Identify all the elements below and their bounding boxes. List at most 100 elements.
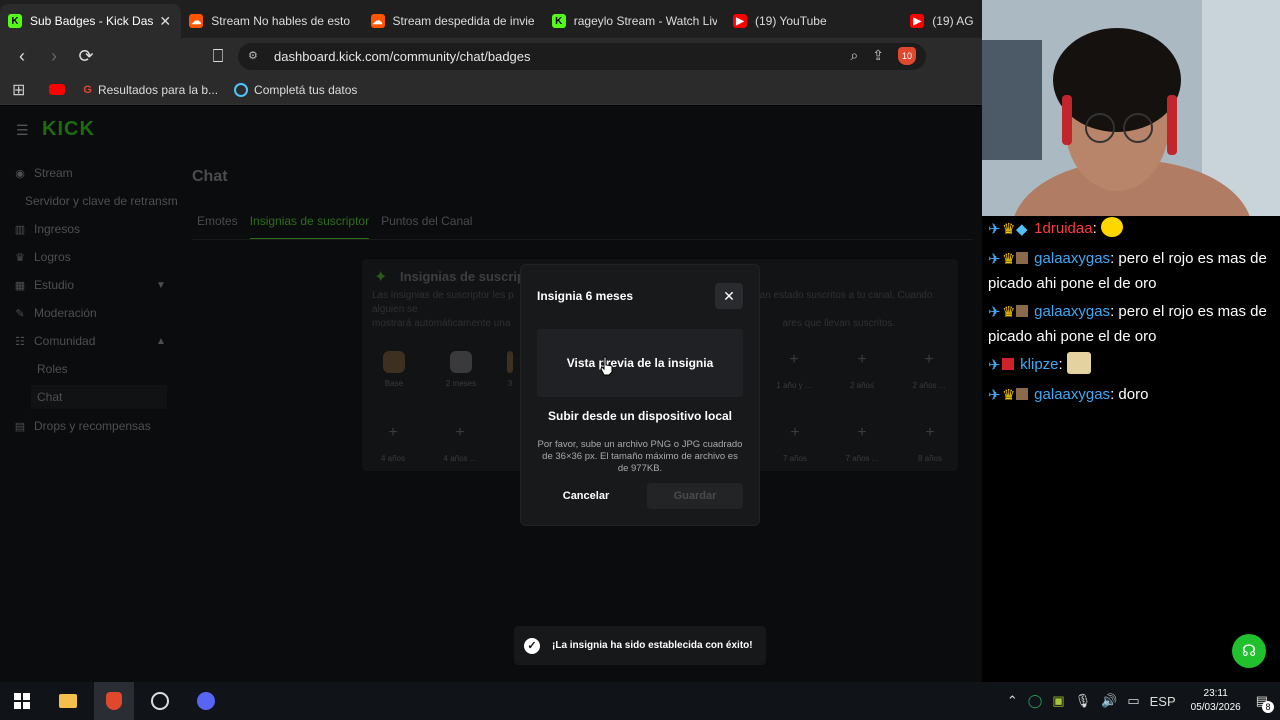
gem-icon: ◆ [1016, 221, 1028, 238]
volume-icon[interactable]: 🔊 [1101, 693, 1117, 709]
badge-image [450, 351, 472, 373]
plus-icon: + [924, 351, 934, 368]
sidebar-item-estudio[interactable]: ▦ Estudio [14, 278, 74, 292]
system-tray: ⌃ ◯ ▣ 🎙 🔊 ▭ ESP 23:11 05/03/2026 ▤ 8 [1002, 682, 1280, 720]
bookmark-resultados[interactable]: G Resultados para la b... [83, 83, 218, 97]
forward-button[interactable]: › [40, 43, 68, 71]
badge-slot-4y[interactable]: +4 años [369, 424, 417, 463]
tab-label: Sub Badges - Kick Das [30, 14, 154, 28]
emote-icon [1100, 217, 1123, 237]
close-icon[interactable]: ✕ [157, 13, 173, 30]
chevron-down-icon[interactable]: ▼ [156, 280, 166, 291]
discord-button[interactable] [186, 682, 226, 720]
network-icon[interactable]: ▭ [1127, 693, 1139, 709]
bookmark-completa[interactable]: Completá tus datos [234, 82, 357, 97]
sidebar-item-logros[interactable]: ♛ Logros [14, 250, 71, 264]
reload-button[interactable]: ⟳ [72, 43, 100, 71]
plus-icon: + [388, 424, 398, 441]
share-icon[interactable]: ⇪ [872, 47, 884, 65]
brave-shield-icon[interactable]: 10 [898, 47, 916, 65]
save-button[interactable]: Guardar [647, 483, 743, 509]
chevron-up-icon[interactable]: ⌃ [1007, 693, 1018, 709]
badge-preview-button[interactable]: Vista previa de la insignia [537, 329, 743, 397]
badge-slot-7y[interactable]: +7 años [771, 424, 819, 463]
badge-slot-2y-plus[interactable]: +2 años ... [905, 351, 953, 390]
tab-channel-points[interactable]: Puntos del Canal [381, 214, 472, 240]
app-tray-icon[interactable]: ▣ [1052, 693, 1064, 709]
crown-icon: ♛ [1002, 387, 1016, 404]
emote-icon [1066, 352, 1091, 374]
sidebar-item-comunidad[interactable]: ☷ Comunidad [14, 334, 95, 348]
sidebar-item-chat[interactable]: Chat [31, 385, 167, 409]
badge-slot-1y[interactable]: +1 año y ... [770, 351, 818, 390]
bookmark-icon[interactable]: ⎕ [204, 43, 232, 71]
toast-message: ¡La insignia ha sido establecida con éxi… [552, 640, 753, 651]
browser-tab-bar: K Sub Badges - Kick Das ✕ ☁ Stream No ha… [0, 0, 982, 38]
obs-button[interactable] [140, 682, 180, 720]
tab-rageylo[interactable]: K rageylo Stream - Watch Liv [544, 4, 725, 38]
back-button[interactable]: ‹ [8, 43, 36, 71]
tab-stream-no-hables[interactable]: ☁ Stream No hables de esto [181, 4, 362, 38]
chat-message: ✈ klipze: [988, 352, 1278, 377]
zoom-icon[interactable]: ⌕ [850, 47, 858, 65]
badge-slot-base[interactable]: Base [370, 351, 418, 388]
close-button[interactable]: ✕ [715, 283, 743, 309]
community-icon: ☷ [15, 335, 25, 348]
sidebar: ☰ KICK ◉ Stream Servidor y clave de retr… [0, 106, 180, 682]
tab-emotes[interactable]: Emotes [197, 214, 238, 240]
support-chat-button[interactable]: ☊ [1232, 634, 1266, 668]
discord-icon [197, 692, 215, 710]
tab-label: (19) YouTube [755, 14, 827, 28]
trophy-icon: ♛ [15, 251, 25, 264]
apps-grid-icon[interactable]: ⊞ [12, 80, 25, 100]
url-field[interactable]: ⚙ dashboard.kick.com/community/chat/badg… [238, 43, 926, 70]
menu-icon[interactable]: ☰ [16, 122, 29, 139]
tab-sub-badges[interactable]: Insignias de suscriptor [249, 214, 370, 240]
modal-title: Insignia 6 meses [537, 289, 634, 303]
obs-icon [151, 692, 169, 710]
sidebar-item-server-key[interactable]: Servidor y clave de retransm [25, 194, 178, 208]
badge-slot-7y-plus[interactable]: +7 años ... [838, 424, 886, 463]
sidebar-item-ingresos[interactable]: ▥ Ingresos [14, 222, 80, 236]
tabs-divider [192, 239, 972, 240]
brave-button[interactable] [94, 682, 134, 720]
language-indicator[interactable]: ESP [1150, 694, 1176, 709]
webcam-overlay [982, 0, 1280, 216]
page-title: Chat [192, 168, 228, 185]
microphone-icon[interactable]: 🎙 [1075, 693, 1092, 709]
status-circle-icon[interactable]: ◯ [1028, 693, 1043, 709]
tab-sub-badges[interactable]: K Sub Badges - Kick Das ✕ [0, 4, 182, 38]
crown-icon: ♛ [1002, 221, 1016, 238]
chat-message: ✈♛ galaaxygas: pero el rojo es mas de pi… [988, 299, 1278, 349]
badge-slot-4y-plus[interactable]: +4 años ... [436, 424, 484, 463]
badge-image [383, 351, 405, 373]
success-toast: ✓ ¡La insignia ha sido establecida con é… [514, 626, 766, 665]
stream-chat-overlay: ✈♛◆ 1druidaa: ✈♛ galaaxygas: pero el roj… [982, 216, 1280, 682]
start-button[interactable] [2, 682, 42, 720]
badge-slot-8y[interactable]: +8 años [906, 424, 954, 463]
hand-cursor-icon [600, 356, 613, 376]
notification-icon[interactable]: ▤ 8 [1256, 693, 1274, 713]
tab-agu[interactable]: ▶ (19) AGU [902, 4, 982, 38]
badge-slot-3[interactable]: 3 [502, 351, 518, 388]
crown-icon: ♛ [1002, 304, 1016, 321]
file-explorer-button[interactable] [48, 682, 88, 720]
badge-slot-2y[interactable]: +2 años [838, 351, 886, 390]
pin-icon: ✈ [988, 387, 1001, 404]
sidebar-item-roles[interactable]: Roles [37, 362, 68, 376]
badge-slot-2m[interactable]: 2 meses [437, 351, 485, 388]
clock[interactable]: 23:11 05/03/2026 [1191, 687, 1241, 715]
tab-stream-despedida[interactable]: ☁ Stream despedida de invie [363, 4, 544, 38]
kick-logo[interactable]: KICK [42, 118, 95, 141]
youtube-bookmark-icon[interactable] [49, 84, 66, 95]
upload-local-button[interactable]: Subir desde un dispositivo local [537, 403, 743, 429]
site-info-icon[interactable]: ⚙ [248, 49, 262, 63]
youtube-icon: ▶ [910, 14, 925, 28]
cancel-button[interactable]: Cancelar [551, 483, 621, 509]
sidebar-item-drops[interactable]: ▤ Drops y recompensas [14, 419, 151, 433]
sidebar-item-stream[interactable]: ◉ Stream [14, 166, 73, 180]
chat-message: ✈♛◆ 1druidaa: [988, 216, 1278, 241]
sidebar-item-moderacion[interactable]: ✎ Moderación [14, 306, 96, 320]
tab-youtube[interactable]: ▶ (19) YouTube [725, 4, 902, 38]
chevron-up-icon[interactable]: ▲ [156, 336, 166, 347]
